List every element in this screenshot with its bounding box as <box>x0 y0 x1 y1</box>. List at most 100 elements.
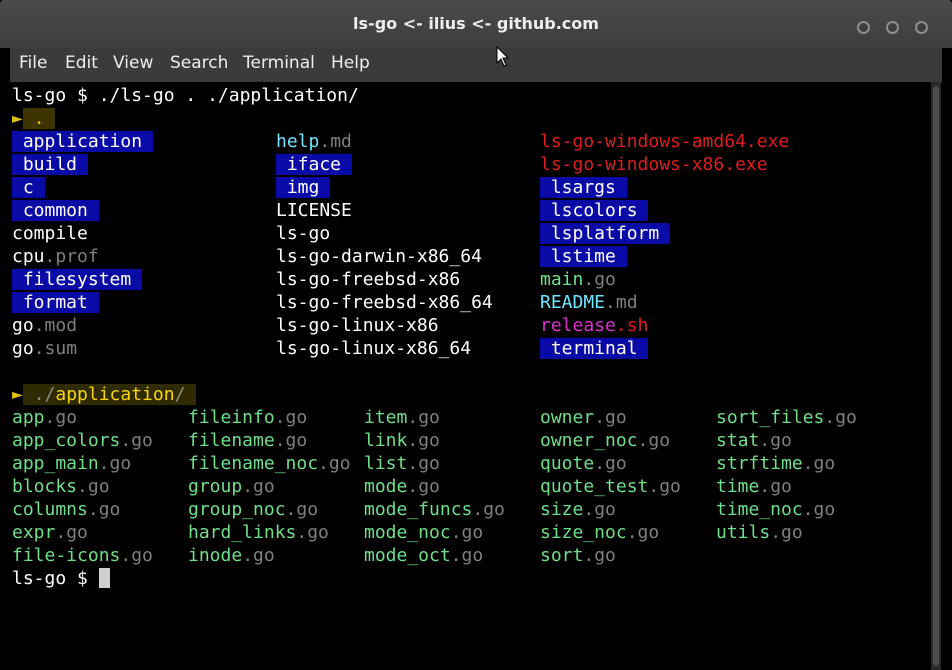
file-name: ls-go-freebsd-x86_64 <box>276 292 493 313</box>
file-name: app_main <box>12 453 99 474</box>
section-path: . <box>22 108 56 129</box>
list-item: utils.go <box>716 521 803 544</box>
file-ext: .go <box>770 522 803 543</box>
list-item: strftime.go <box>716 452 835 475</box>
file-ext: .go <box>407 476 440 497</box>
file-name: stat <box>716 430 760 451</box>
list-item: list.go <box>364 452 440 475</box>
file-name: group <box>188 476 243 497</box>
file-ext: .go <box>407 407 440 428</box>
list-item: time_noc.go <box>716 498 835 521</box>
file-name: help <box>276 131 320 152</box>
file-name: main <box>540 269 584 290</box>
list-item: time.go <box>716 475 792 498</box>
window-title: ls-go <- ilius <- github.com <box>353 14 599 33</box>
file-ext: .go <box>55 522 88 543</box>
list-item: common <box>12 199 99 222</box>
directory-entry: format <box>12 292 99 313</box>
file-ext: .go <box>637 430 671 451</box>
prompt: ls-go $ <box>12 85 99 106</box>
scrollbar-thumb[interactable] <box>933 86 939 666</box>
file-name: blocks <box>12 476 78 497</box>
file-ext: .go <box>77 476 110 497</box>
file-ext: .go <box>274 407 308 428</box>
list-item: app_colors.go <box>12 429 153 452</box>
file-name: mode_noc <box>364 522 451 543</box>
file-name: ls-go-darwin-x86_64 <box>276 246 482 267</box>
file-ext: .sum <box>33 338 78 359</box>
file-ext: .go <box>450 522 484 543</box>
menu-view[interactable]: View <box>113 53 153 73</box>
file-name: file-icons <box>12 545 121 566</box>
file-ext: .go <box>594 407 627 428</box>
list-item: terminal <box>540 337 649 360</box>
list-item: app.go <box>12 406 77 429</box>
file-name: quote <box>540 453 595 474</box>
list-item: format <box>12 291 99 314</box>
close-button[interactable] <box>915 21 928 34</box>
file-name: app_colors <box>12 430 121 451</box>
menu-file[interactable]: File <box>19 53 47 73</box>
file-name: compile <box>12 223 88 244</box>
list-item: file-icons.go <box>12 544 153 567</box>
list-item: ls-go-freebsd-x86 <box>276 268 460 291</box>
list-item: help.md <box>276 130 352 153</box>
list-item: ls-go-freebsd-x86_64 <box>276 291 493 314</box>
file-ext: .go <box>594 453 627 474</box>
menu-edit[interactable]: Edit <box>65 53 98 73</box>
file-ext: .go <box>274 430 308 451</box>
file-name: group_noc <box>188 499 286 520</box>
file-name: ls-go-linux-x86_64 <box>276 338 472 359</box>
minimize-button[interactable] <box>857 21 870 34</box>
directory-entry: common <box>12 200 99 221</box>
list-item: app_main.go <box>12 452 131 475</box>
list-item: ls-go <box>276 222 330 245</box>
directory-entry: filesystem <box>12 269 143 290</box>
directory-entry: lscolors <box>540 200 649 221</box>
list-item: application <box>12 130 153 153</box>
list-item: mode_funcs.go <box>364 498 505 521</box>
maximize-button[interactable] <box>886 21 899 34</box>
list-item: ls-go-windows-x86.exe <box>540 153 768 176</box>
file-name: time_noc <box>716 499 803 520</box>
file-ext: .go <box>824 407 857 428</box>
directory-entry: application <box>12 131 153 152</box>
file-ext: .go <box>802 453 836 474</box>
file-name: filename <box>188 430 275 451</box>
list-item: c <box>12 176 45 199</box>
file-name: mode_funcs <box>364 499 473 520</box>
list-item: main.go <box>540 268 616 291</box>
directory-entry: c <box>12 177 45 198</box>
menu-help[interactable]: Help <box>331 53 370 73</box>
list-item: iface <box>276 153 352 176</box>
terminal-output[interactable]: ls-go $ ./ls-go . ./application/► . appl… <box>10 82 942 670</box>
file-name: README <box>540 292 606 313</box>
file-ext: .go <box>120 545 153 566</box>
text-cursor <box>98 568 110 588</box>
file-name: inode <box>188 545 243 566</box>
menu-terminal[interactable]: Terminal <box>243 53 315 73</box>
list-item: inode.go <box>188 544 275 567</box>
file-ext: .go <box>242 545 275 566</box>
mouse-pointer-icon <box>496 46 510 67</box>
list-item: hard_links.go <box>188 521 329 544</box>
directory-entry: lstime <box>540 246 627 267</box>
file-ext: .go <box>296 522 329 543</box>
scrollbar[interactable] <box>931 82 941 670</box>
file-ext: .go <box>285 499 319 520</box>
file-ext: .go <box>242 476 275 497</box>
file-ext: .go <box>44 407 78 428</box>
section-header-current: ► . <box>12 107 56 130</box>
file-ext: .sh <box>615 315 649 336</box>
menu-search[interactable]: Search <box>170 53 228 73</box>
file-name: LICENSE <box>276 200 352 221</box>
list-item: ls-go-linux-x86_64 <box>276 337 471 360</box>
list-item: ls-go-linux-x86 <box>276 314 439 337</box>
file-ext: .go <box>120 430 153 451</box>
file-name: size_noc <box>540 522 627 543</box>
title-bar[interactable]: ls-go <- ilius <- github.com <box>0 0 952 48</box>
list-item: lscolors <box>540 199 649 222</box>
path-name: application <box>55 384 175 405</box>
list-item: link.go <box>364 429 440 452</box>
file-name: expr <box>12 522 56 543</box>
